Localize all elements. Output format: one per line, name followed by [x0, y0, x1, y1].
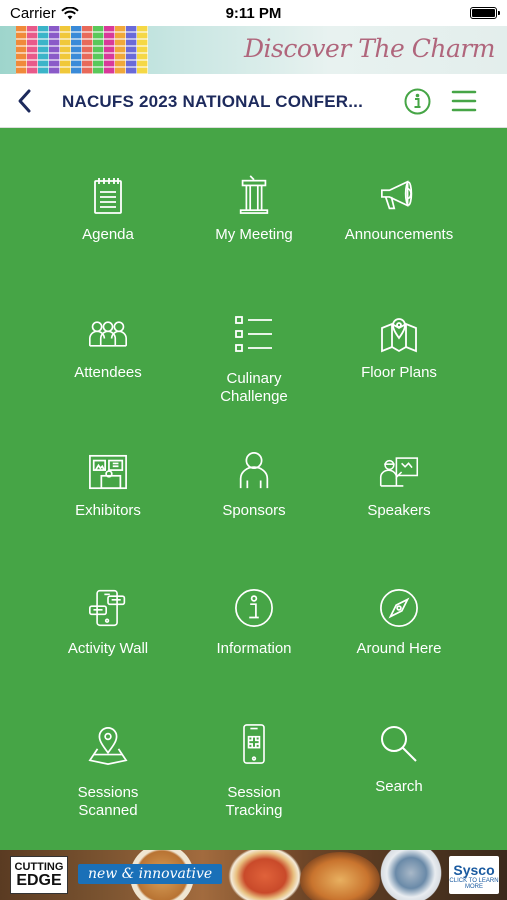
podium-icon — [239, 175, 269, 214]
cutting-edge-logo: CUTTING EDGE — [10, 856, 68, 894]
info-circle-icon — [235, 589, 273, 627]
page-title: NACUFS 2023 NATIONAL CONFER... — [62, 92, 364, 111]
tile-label: Around Here — [356, 640, 442, 657]
checklist-icon — [235, 316, 272, 352]
tile-label: Sponsors — [222, 502, 286, 519]
tile-speakers[interactable]: Speakers — [326, 444, 472, 576]
tile-search[interactable]: Search — [326, 720, 472, 852]
tile-label: Attendees — [74, 364, 142, 381]
tile-around-here[interactable]: Around Here — [326, 582, 472, 714]
header-banner: Discover The Charm — [0, 26, 507, 74]
tile-attendees[interactable]: Attendees — [35, 306, 181, 438]
tile-label: Session Tracking — [225, 784, 283, 819]
map-pin-icon — [381, 318, 417, 353]
banner-tagline: Discover The Charm — [243, 34, 496, 63]
notepad-icon — [94, 178, 122, 214]
tile-label: Sessions Scanned — [77, 784, 139, 819]
tile-activity-wall[interactable]: Activity Wall — [35, 582, 181, 714]
people-group-icon — [89, 321, 127, 347]
tile-information[interactable]: Information — [181, 582, 327, 714]
tile-label: Agenda — [82, 226, 134, 243]
tile-my-meeting[interactable]: My Meeting — [181, 168, 327, 300]
person-icon — [239, 452, 269, 489]
food-plate — [228, 850, 302, 900]
presenter-icon — [379, 457, 419, 487]
tile-exhibitors[interactable]: Exhibitors — [35, 444, 181, 576]
tile-label: Floor Plans — [361, 364, 437, 381]
footer-ad-banner[interactable]: CUTTING EDGE new & innovative Sysco CLIC… — [0, 850, 507, 900]
phone-chat-icon — [89, 589, 126, 627]
sponsor-name: Sysco — [453, 862, 495, 878]
tile-label: Activity Wall — [67, 640, 149, 657]
tile-label: Information — [216, 640, 292, 657]
tile-session-tracking[interactable]: Session Tracking — [181, 720, 327, 852]
tile-sponsors[interactable]: Sponsors — [181, 444, 327, 576]
sysco-logo: Sysco CLICK TO LEARN MORE — [449, 856, 499, 894]
info-icon[interactable] — [404, 88, 431, 115]
food-plate — [380, 850, 442, 900]
navigation-bar: NACUFS 2023 NATIONAL CONFER... — [0, 74, 507, 128]
tile-culinary-challenge[interactable]: Culinary Challenge — [181, 306, 327, 438]
buildings-graphic — [16, 26, 148, 74]
tile-announcements[interactable]: Announcements — [326, 168, 472, 300]
tile-label: Culinary Challenge — [220, 370, 288, 405]
tile-label: Speakers — [367, 502, 431, 519]
chevron-left-icon[interactable] — [14, 86, 36, 116]
tile-sessions-scanned[interactable]: Sessions Scanned — [35, 720, 181, 852]
menu-grid: Agenda My Meeting Announcements Attendee… — [0, 128, 507, 850]
battery-icon — [470, 7, 500, 19]
ad-ribbon: new & innovative — [78, 864, 223, 884]
tile-label: Announcements — [344, 226, 454, 243]
sponsor-sub: CLICK TO LEARN MORE — [449, 878, 499, 890]
compass-icon — [380, 589, 418, 627]
tile-label: Exhibitors — [75, 502, 141, 519]
tile-floor-plans[interactable]: Floor Plans — [326, 306, 472, 438]
location-map-icon — [88, 727, 128, 765]
hamburger-menu-icon[interactable] — [451, 88, 477, 114]
megaphone-icon — [381, 180, 413, 210]
magnifier-icon — [381, 726, 417, 762]
status-time: 9:11 PM — [225, 5, 282, 22]
status-bar: Carrier 9:11 PM — [0, 0, 507, 26]
tile-label: Search — [375, 778, 423, 795]
booth-icon — [89, 454, 127, 490]
tile-agenda[interactable]: Agenda — [35, 168, 181, 300]
brand-bottom: EDGE — [16, 872, 62, 889]
phone-qr-icon — [243, 724, 265, 764]
tile-label: My Meeting — [215, 226, 293, 243]
food-plate — [300, 852, 380, 900]
